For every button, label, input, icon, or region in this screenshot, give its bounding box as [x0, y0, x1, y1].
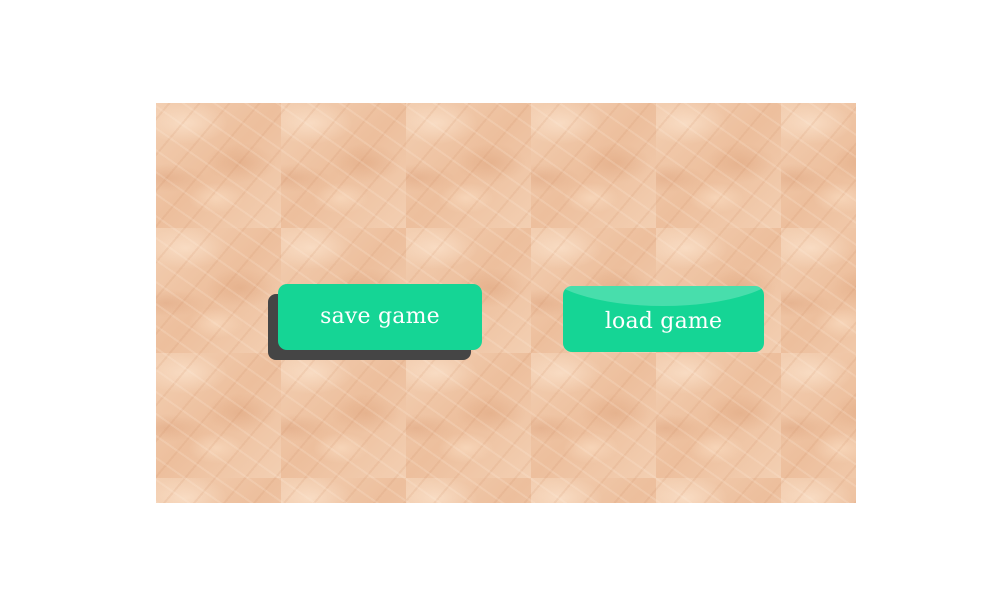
load-button-gloss	[563, 286, 764, 306]
save-game-label: save game	[320, 303, 440, 329]
load-game-button[interactable]: load game	[563, 286, 764, 352]
load-game-label: load game	[604, 308, 723, 334]
save-game-button[interactable]: save game	[278, 284, 482, 350]
